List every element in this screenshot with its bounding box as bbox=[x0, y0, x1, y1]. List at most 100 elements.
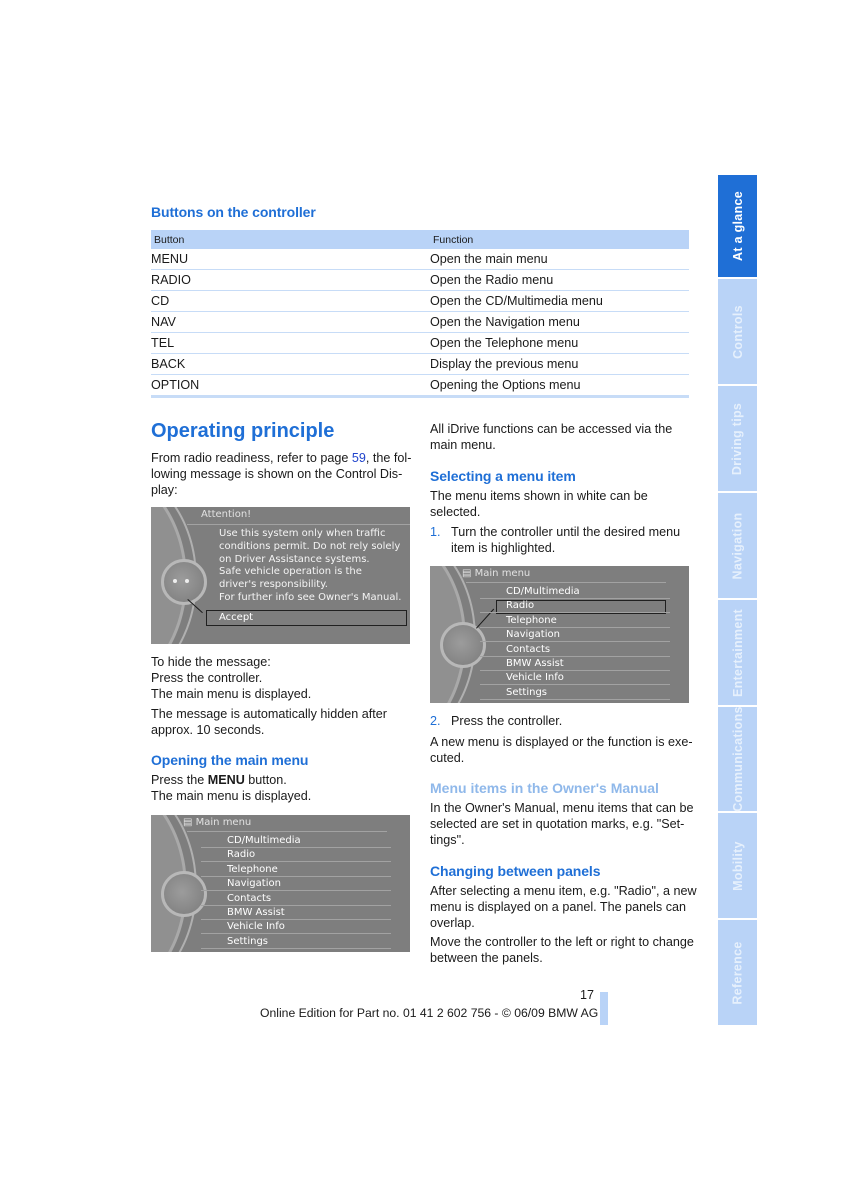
chapter-tab-driving-tips[interactable]: Driving tips bbox=[718, 386, 757, 491]
cell-button: MENU bbox=[151, 249, 430, 270]
menu-item-divider bbox=[201, 919, 391, 920]
intro-line: main menu. bbox=[430, 438, 496, 452]
manual-line: selected are set in quotation marks, e.g… bbox=[430, 817, 685, 831]
operating-intro: From radio readiness, refer to page 59, … bbox=[151, 450, 416, 498]
cell-button: TEL bbox=[151, 332, 430, 354]
page-59-link[interactable]: 59 bbox=[352, 451, 366, 465]
intro-line-2: lowing message is shown on the Control D… bbox=[151, 467, 403, 481]
cell-function: Display the previous menu bbox=[430, 353, 689, 375]
controller-buttons-heading: Buttons on the controller bbox=[151, 204, 316, 220]
panels-line: overlap. bbox=[430, 916, 475, 930]
menu-item-divider bbox=[201, 933, 391, 935]
result-line: A new menu is displayed or the function … bbox=[430, 735, 693, 749]
chapter-tab-label: Driving tips bbox=[730, 402, 745, 475]
main-menu-title-text: Main menu bbox=[195, 817, 252, 828]
cell-function: Open the Radio menu bbox=[430, 269, 689, 291]
hide-message-text: To hide the message: Press the controlle… bbox=[151, 654, 416, 702]
step-1: 1. Turn the controller until the desired … bbox=[430, 524, 695, 556]
operating-principle-heading: Operating principle bbox=[151, 420, 335, 442]
header-function: Function bbox=[430, 230, 689, 249]
cell-function: Open the Navigation menu bbox=[430, 311, 689, 333]
cell-function: Open the CD/Multimedia menu bbox=[430, 290, 689, 312]
chapter-tab-controls[interactable]: Controls bbox=[718, 279, 757, 384]
table-row: RADIO Open the Radio menu bbox=[151, 269, 689, 291]
menu-item: Telephone bbox=[227, 863, 278, 875]
controller-buttons-table: Button Function MENU Open the main menu R… bbox=[151, 230, 689, 398]
menu-item-divider bbox=[201, 904, 391, 906]
chapter-tab-mobility[interactable]: Mobility bbox=[718, 813, 757, 918]
knob-dot-left bbox=[173, 579, 177, 583]
main-menu-title: ▤ Main menu bbox=[462, 568, 531, 579]
table-header-row: Button Function bbox=[151, 230, 689, 249]
cell-function: Open the main menu bbox=[430, 249, 689, 270]
message-line: driver's responsibility. bbox=[219, 579, 328, 591]
menu-item-divider bbox=[201, 875, 391, 877]
result-line: cuted. bbox=[430, 751, 465, 765]
main-menu-radio-selected-image: ▤ Main menu CD/Multimedia Radio Telephone N… bbox=[430, 566, 689, 703]
table-row: CD Open the CD/Multimedia menu bbox=[151, 290, 689, 312]
chapter-tab-reference[interactable]: Reference bbox=[718, 920, 757, 1025]
menu-items-manual-heading: Menu items in the Owner's Manual bbox=[430, 780, 659, 796]
cell-function: Opening the Options menu bbox=[430, 374, 689, 398]
panels-line: menu is displayed on a panel. The panels… bbox=[430, 900, 687, 914]
manual-text: In the Owner's Manual, menu items that c… bbox=[430, 800, 695, 848]
menu-item: Contacts bbox=[506, 643, 551, 655]
controller-knob-icon bbox=[161, 871, 207, 917]
title-rule bbox=[187, 831, 387, 832]
menu-item-divider bbox=[480, 598, 670, 599]
step-2: 2. Press the controller. bbox=[430, 713, 695, 729]
menu-item: Radio bbox=[227, 849, 256, 861]
press-menu-text: Press the MENU button. The main menu is … bbox=[151, 772, 416, 804]
chapter-tab-at-a-glance[interactable]: At a glance bbox=[718, 175, 757, 277]
knob-dot-right bbox=[185, 579, 189, 583]
intro-line: All iDrive functions can be accessed via… bbox=[430, 422, 673, 436]
controller-knob-radio-icon bbox=[440, 622, 486, 668]
menu-item: Telephone bbox=[506, 614, 557, 626]
message-line: For further info see Owner's Manual. bbox=[219, 591, 402, 603]
attention-screen-image: Attention! Use this system only when tra… bbox=[151, 507, 410, 644]
changing-panels-heading: Changing between panels bbox=[430, 863, 601, 879]
step-number: 2. bbox=[430, 714, 441, 728]
menu-item: CD/Multimedia bbox=[227, 835, 301, 846]
chapter-tab-label: Controls bbox=[730, 304, 745, 359]
auto-hide-line: approx. 10 seconds. bbox=[151, 723, 265, 737]
table-row: OPTION Opening the Options menu bbox=[151, 374, 689, 398]
attention-title: Attention! bbox=[201, 509, 252, 520]
title-rule bbox=[187, 524, 410, 525]
menu-item: Radio bbox=[506, 600, 535, 612]
menu-item-divider bbox=[480, 641, 670, 643]
chapter-tab-label: Communications bbox=[730, 706, 745, 812]
cell-button: OPTION bbox=[151, 374, 430, 398]
panels-move-text: Move the controller to the left or right… bbox=[430, 934, 700, 966]
menu-button-label: MENU bbox=[207, 773, 245, 787]
selecting-menu-item-heading: Selecting a menu item bbox=[430, 468, 576, 484]
menu-item-divider bbox=[480, 698, 670, 700]
hide-line: Press the controller. bbox=[151, 671, 263, 685]
main-menu-title: ▤ Main menu bbox=[183, 817, 252, 828]
menu-item: Settings bbox=[227, 935, 269, 947]
footer-edition: Online Edition for Part no. 01 41 2 602 … bbox=[260, 1006, 599, 1020]
chapter-tab-label: Mobility bbox=[730, 840, 745, 891]
menu-item: Vehicle Info bbox=[506, 672, 564, 684]
menu-item: Vehicle Info bbox=[227, 921, 285, 933]
panels-text: After selecting a menu item, e.g. "Radio… bbox=[430, 883, 700, 931]
message-line: conditions permit. Do not rely solely bbox=[219, 540, 401, 552]
step-text-cont: item is highlighted. bbox=[451, 541, 556, 555]
chapter-tab-navigation[interactable]: Navigation bbox=[718, 493, 757, 598]
table-row: NAV Open the Navigation menu bbox=[151, 311, 689, 333]
menu-item-divider bbox=[480, 655, 670, 657]
menu-item: CD/Multimedia bbox=[506, 586, 580, 597]
message-line: Safe vehicle operation is the bbox=[219, 566, 362, 578]
main-menu-screen-image: ▤ Main menu CD/Multimedia Radio Telephone N… bbox=[151, 815, 410, 952]
chapter-tab-label: Navigation bbox=[730, 512, 745, 579]
press-prefix: Press the bbox=[151, 773, 208, 787]
cell-button: CD bbox=[151, 290, 430, 312]
press-suffix: button. bbox=[244, 773, 287, 787]
step-text: Turn the controller until the desired me… bbox=[451, 525, 681, 539]
chapter-tab-communications[interactable]: Communications bbox=[718, 706, 757, 812]
menu-item: Navigation bbox=[506, 629, 560, 641]
chapter-tab-entertainment[interactable]: Entertainment bbox=[718, 600, 757, 705]
cell-button: NAV bbox=[151, 311, 430, 333]
hide-line: The main menu is displayed. bbox=[151, 687, 312, 701]
cell-button: BACK bbox=[151, 353, 430, 375]
